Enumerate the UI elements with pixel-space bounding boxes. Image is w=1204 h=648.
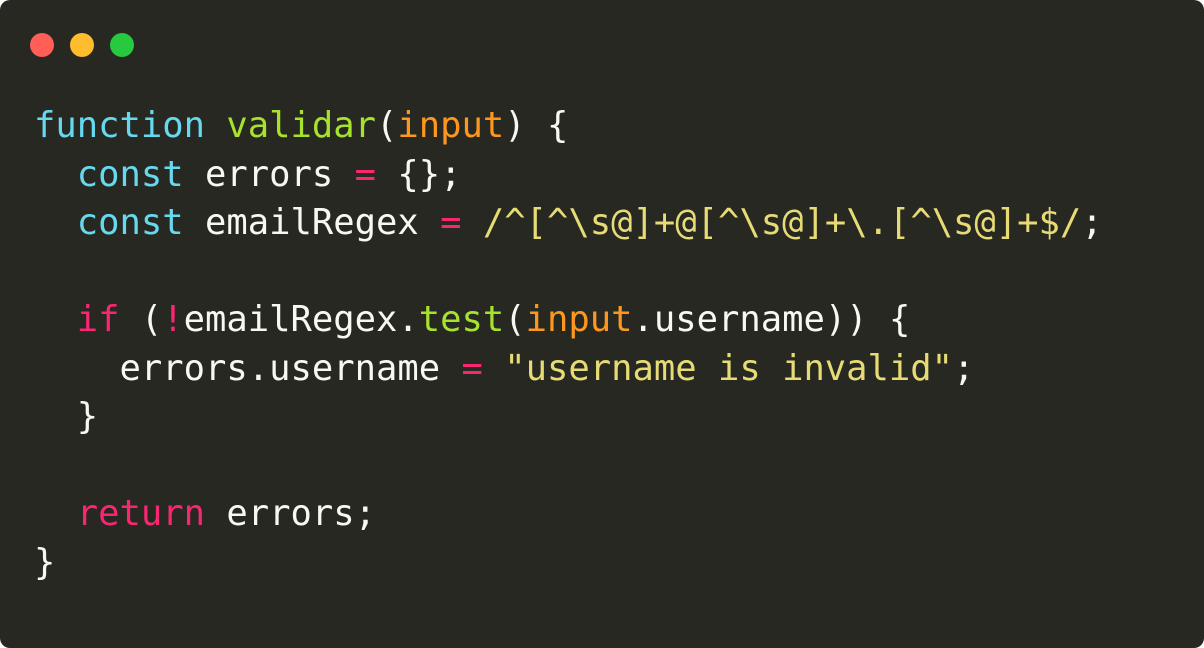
code-token-plain: (	[119, 299, 163, 340]
code-line: const errors = {};	[34, 151, 1103, 200]
code-token-string: /^[^\s@]+@[^\s@]+\.[^\s@]+$/	[482, 202, 1082, 243]
code-token-plain: (	[375, 105, 398, 146]
code-line: return errors;	[34, 490, 1103, 539]
code-token-plain: ;	[953, 347, 975, 389]
code-line: }	[34, 539, 1103, 588]
code-token-plain: }	[34, 396, 99, 437]
code-token-plain: }	[34, 541, 56, 583]
code-line: if (!emailRegex.test(input.username)) {	[34, 296, 1103, 345]
code-token-string: "username is invalid"	[504, 347, 954, 389]
close-dot[interactable]	[30, 33, 54, 57]
code-line: ​	[34, 442, 1103, 491]
minimize-dot[interactable]	[70, 33, 94, 57]
code-token-keyword: function	[34, 105, 205, 146]
code-token-plain: {};	[375, 153, 462, 195]
code-line: }	[34, 393, 1103, 442]
code-token-plain: errors.username	[34, 347, 462, 389]
code-token-control: return	[76, 493, 205, 534]
code-token-plain: ) {	[504, 105, 569, 146]
code-token-plain: errors	[183, 153, 355, 195]
code-token-control: =	[354, 153, 376, 195]
code-token-plain: (	[504, 299, 526, 340]
code-token-plain: emailRegex.	[183, 299, 419, 340]
code-token-keyword: const	[76, 153, 184, 195]
code-token-param: input	[397, 105, 505, 146]
code-token-param: input	[525, 299, 633, 340]
code-token-control: =	[461, 347, 483, 389]
maximize-dot[interactable]	[110, 33, 134, 57]
code-line: const emailRegex = /^[^\s@]+@[^\s@]+\.[^…	[34, 199, 1103, 248]
code-token-control: =	[440, 202, 462, 243]
code-token-plain: emailRegex	[183, 202, 441, 243]
code-window: function validar(input) { const errors =…	[0, 0, 1204, 648]
code-token-plain: .username)) {	[632, 299, 911, 340]
code-line: errors.username = "username is invalid";	[34, 345, 1103, 394]
code-line: function validar(input) {	[34, 102, 1103, 151]
code-token-function: validar	[226, 105, 376, 146]
code-token-control: if	[76, 299, 120, 340]
code-line: ​	[34, 248, 1103, 297]
code-block: function validar(input) { const errors =…	[34, 102, 1103, 587]
code-token-plain: errors;	[205, 493, 376, 534]
code-token-keyword: const	[76, 202, 184, 243]
window-controls	[30, 33, 134, 57]
code-token-control: !	[162, 299, 184, 340]
code-token-function: test	[418, 299, 505, 340]
code-token-plain: ;	[1081, 202, 1103, 243]
